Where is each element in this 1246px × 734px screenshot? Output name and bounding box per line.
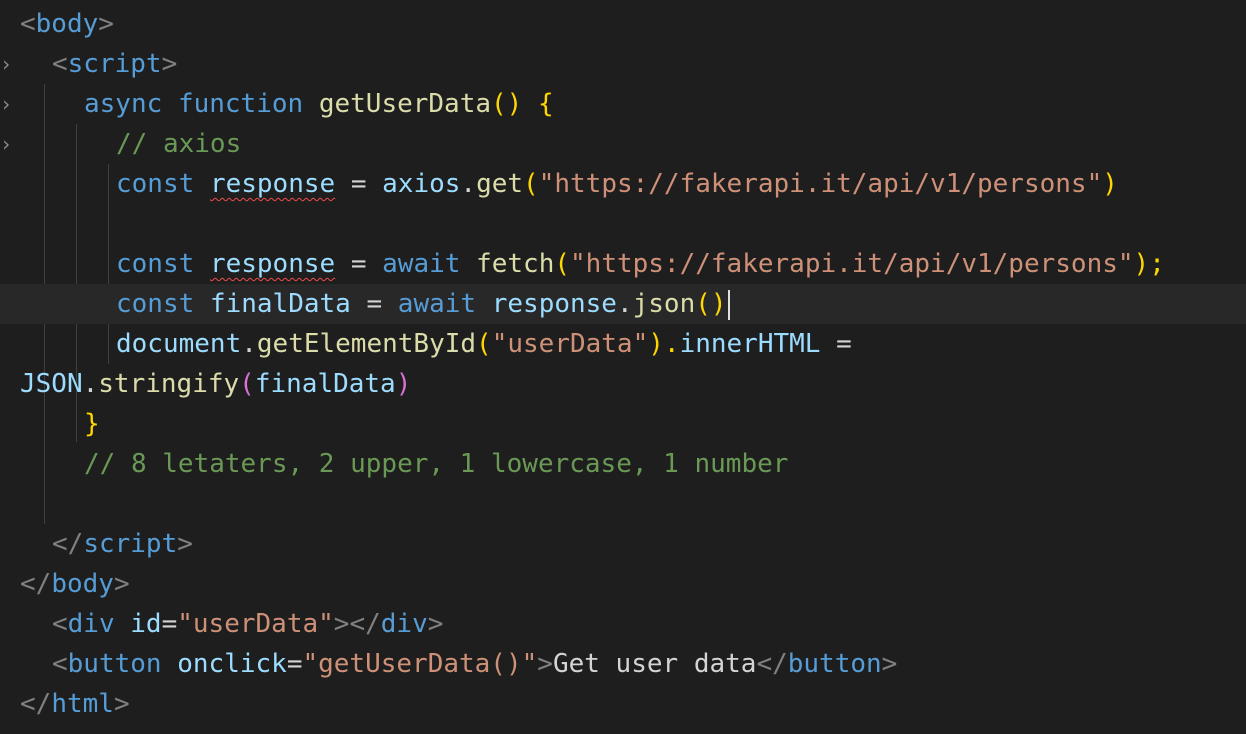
- code-line[interactable]: [0, 484, 1246, 524]
- code-line[interactable]: <button onclick="getUserData()">Get user…: [0, 644, 1246, 684]
- punctuation: );: [1133, 249, 1165, 279]
- keyword: const: [116, 249, 195, 279]
- tag-bracket: <: [52, 649, 68, 679]
- tag-bracket: </: [756, 649, 788, 679]
- tag-name: button: [67, 649, 162, 679]
- operator: .: [82, 369, 99, 399]
- operator: =: [335, 169, 383, 199]
- variable-with-error[interactable]: response: [210, 169, 335, 199]
- code-comment: // 8 letaters, 2 upper, 1 lowercase, 1 n…: [84, 449, 789, 479]
- tag-name: div: [380, 609, 428, 639]
- punctuation: ): [395, 369, 412, 399]
- tag-bracket: >: [98, 9, 114, 39]
- tag-bracket: >: [427, 609, 444, 639]
- tag-bracket: <: [52, 49, 68, 79]
- code-line[interactable]: [0, 204, 1246, 244]
- operator: .: [241, 329, 257, 359]
- tag-name: script: [83, 529, 178, 559]
- code-line[interactable]: </html>: [0, 684, 1246, 724]
- tag-bracket: </: [20, 569, 52, 599]
- tag-name: div: [67, 609, 115, 639]
- text-cursor: [727, 289, 730, 320]
- variable-with-error[interactable]: response: [210, 249, 335, 279]
- tag-name: script: [67, 49, 162, 79]
- tag-name: body: [51, 569, 114, 599]
- tag-bracket: <: [52, 609, 68, 639]
- tag-bracket: </: [20, 689, 52, 719]
- variable-name: finalData: [254, 369, 396, 399]
- code-line[interactable]: › <body>: [0, 4, 1246, 76]
- element-text: Get user data: [552, 649, 757, 679]
- keyword: function: [177, 89, 304, 119]
- tag-bracket: </: [52, 529, 84, 559]
- tag-bracket: >: [537, 649, 553, 679]
- function-name: fetch: [476, 249, 555, 279]
- operator: .: [616, 289, 633, 319]
- punctuation: () {: [491, 89, 554, 119]
- tag-bracket: <: [20, 9, 36, 39]
- attribute-value: "userData": [177, 609, 334, 639]
- code-line[interactable]: </script>: [0, 524, 1246, 564]
- function-name: getUserData: [318, 89, 492, 119]
- operator: .: [460, 169, 477, 199]
- object-name: axios: [382, 169, 461, 199]
- tag-bracket: ></: [333, 609, 381, 639]
- property-name: innerHTML: [679, 329, 821, 359]
- tag-bracket: >: [113, 689, 130, 719]
- code-line[interactable]: const response = axios.get("https://fake…: [0, 164, 1246, 204]
- punctuation: ).: [648, 329, 680, 359]
- punctuation: (: [523, 169, 539, 199]
- keyword: await: [397, 289, 477, 319]
- tag-bracket: >: [161, 49, 178, 79]
- string-literal: "https://fakerapi.it/api/v1/persons": [538, 169, 1103, 199]
- function-name: get: [476, 169, 524, 199]
- keyword: await: [382, 249, 461, 279]
- punctuation: (: [239, 369, 255, 399]
- operator: =: [820, 329, 852, 359]
- tag-name: button: [787, 649, 882, 679]
- code-line[interactable]: // 8 letaters, 2 upper, 1 lowercase, 1 n…: [0, 444, 1246, 484]
- code-line[interactable]: › async function getUserData() {: [0, 84, 1246, 156]
- code-editor[interactable]: › <body> › <script> › async function get…: [0, 0, 1246, 734]
- tag-bracket: >: [113, 569, 130, 599]
- string-literal: "userData": [491, 329, 649, 359]
- object-name: response: [491, 289, 617, 319]
- string-literal: "https://fakerapi.it/api/v1/persons": [570, 249, 1134, 279]
- code-line[interactable]: }: [0, 404, 1246, 444]
- object-name: JSON: [20, 369, 83, 399]
- tag-name: body: [35, 9, 99, 39]
- operator: =: [286, 649, 303, 679]
- punctuation: ): [1102, 169, 1118, 199]
- code-line[interactable]: const response = await fetch("https://fa…: [0, 244, 1246, 284]
- keyword: const: [116, 169, 195, 199]
- code-comment: // axios: [116, 129, 242, 159]
- attribute-value: "getUserData()": [302, 649, 538, 679]
- tag-name: html: [51, 689, 114, 719]
- tag-bracket: >: [881, 649, 898, 679]
- operator: =: [350, 289, 398, 319]
- punctuation: (): [695, 289, 727, 319]
- attribute-name: id: [130, 609, 162, 639]
- closing-brace: }: [84, 409, 100, 439]
- punctuation: (: [476, 329, 492, 359]
- code-line[interactable]: › <script>: [0, 44, 1246, 116]
- punctuation: (: [554, 249, 571, 279]
- keyword: const: [116, 289, 195, 319]
- operator: =: [335, 249, 383, 279]
- variable-name: finalData: [209, 289, 351, 319]
- operator: =: [161, 609, 178, 639]
- object-name: document: [116, 329, 242, 359]
- code-line[interactable]: // axios: [0, 124, 1246, 164]
- function-name: getElementById: [256, 329, 477, 359]
- function-name: json: [632, 289, 696, 319]
- code-line[interactable]: document.getElementById("userData").inne…: [0, 324, 1246, 364]
- function-name: stringify: [98, 369, 240, 399]
- keyword: async: [84, 89, 163, 119]
- code-line-wrapped[interactable]: JSON.stringify(finalData): [0, 364, 1246, 404]
- tag-bracket: >: [177, 529, 193, 559]
- attribute-name: onclick: [177, 649, 287, 679]
- code-line-current[interactable]: const finalData = await response.json(): [0, 284, 1246, 324]
- code-line[interactable]: </body>: [0, 564, 1246, 604]
- code-line[interactable]: <div id="userData"></div>: [0, 604, 1246, 644]
